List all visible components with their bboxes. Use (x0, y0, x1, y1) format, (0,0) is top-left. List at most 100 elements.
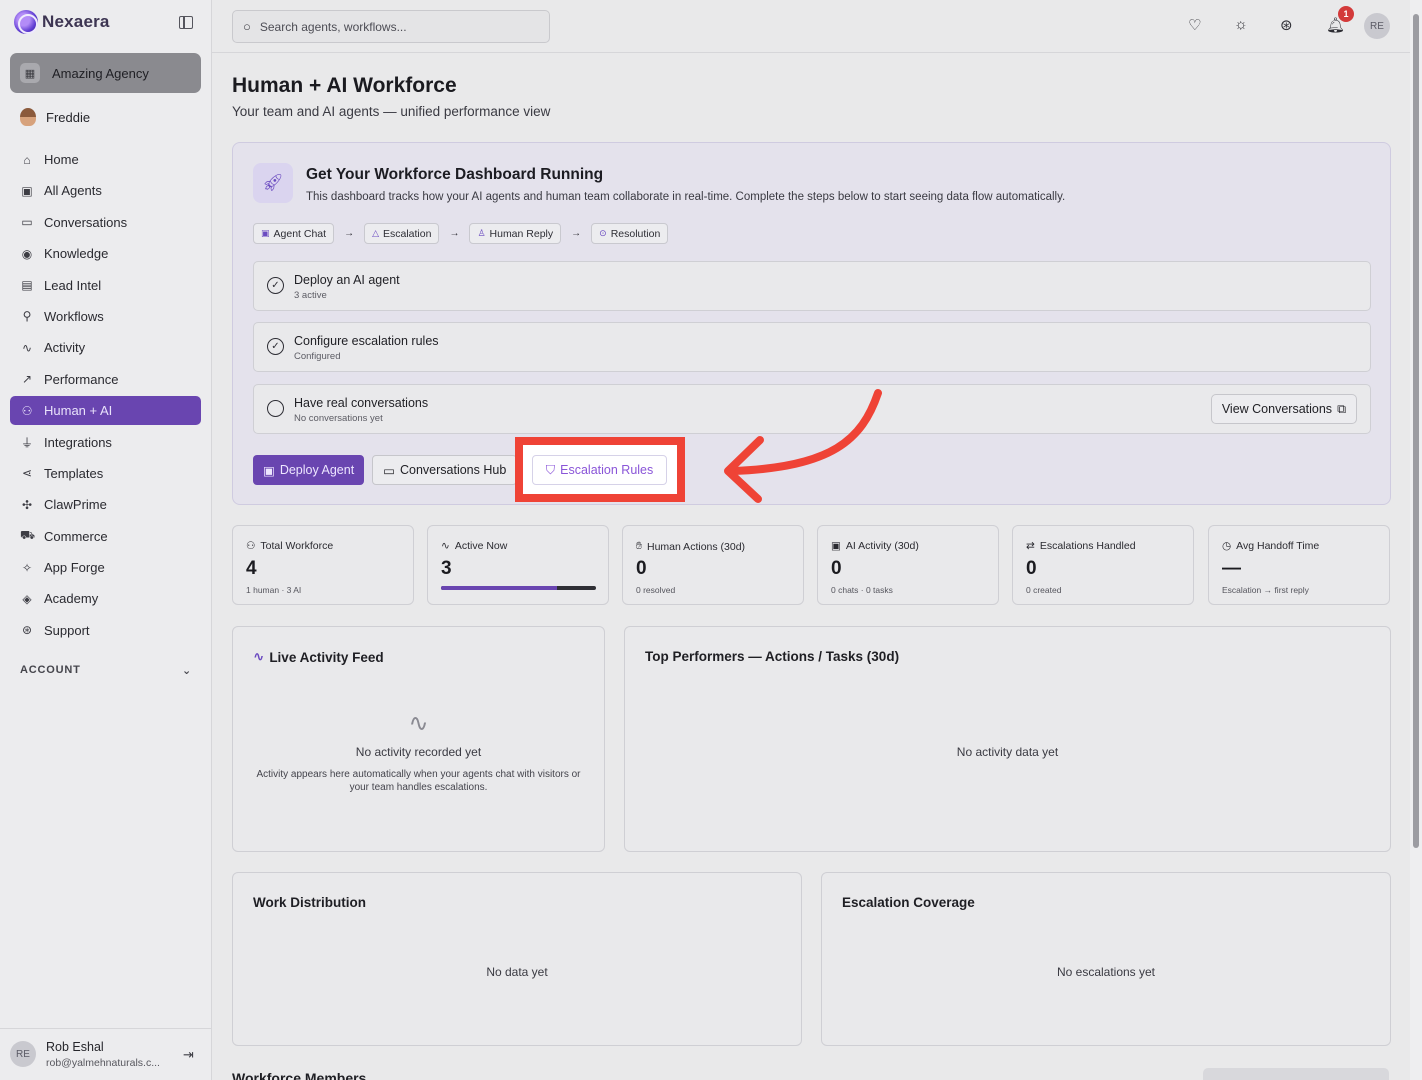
flow-chip-escalation: △ Escalation (364, 223, 440, 244)
external-link-icon: ⧉ (1337, 401, 1346, 416)
activity-icon: ∿ (21, 340, 33, 355)
sun-icon[interactable]: ☼ (1234, 16, 1248, 33)
sidebar-collapse-icon[interactable] (179, 16, 193, 29)
button-label: Deploy Agent (279, 463, 355, 477)
stat-label-text: Total Workforce (260, 540, 334, 552)
sidebar-item-lead-intel[interactable]: ▤ Lead Intel (10, 271, 201, 300)
step-label: Configure escalation rules (294, 334, 439, 348)
sidebar-footer: RE Rob Eshal rob@yalmehnaturals.c... ⇥ (0, 1028, 212, 1080)
step-status: Configured (294, 351, 341, 362)
sidebar-item-activity[interactable]: ∿ Activity (10, 333, 201, 362)
stat-sub: Escalation → first reply (1222, 585, 1309, 595)
help-icon[interactable]: ⊛ (1280, 16, 1293, 34)
active-progress-bar (441, 586, 596, 590)
sidebar-item-templates[interactable]: ⋖ Templates (10, 459, 201, 488)
avatar[interactable]: RE (1364, 13, 1390, 39)
escalation-coverage-panel: Escalation Coverage No escalations yet (821, 872, 1391, 1046)
sidebar-item-label: Academy (44, 591, 99, 607)
search-input[interactable] (259, 19, 520, 34)
setup-step-deploy-agent: ✓ Deploy an AI agent 3 active (253, 261, 1371, 311)
paw-icon: ✣ (21, 497, 33, 512)
escalation-rules-button[interactable]: ⛉ Escalation Rules (532, 455, 667, 485)
avatar[interactable]: RE (10, 1041, 36, 1067)
message-icon: ▭ (21, 215, 33, 230)
user-avatar (20, 108, 36, 126)
sidebar-item-knowledge[interactable]: ◉ Knowledge (10, 239, 201, 268)
shield-icon: ⛉ (545, 462, 556, 477)
sidebar-item-support[interactable]: ⊛ Support (10, 616, 201, 645)
work-distribution-panel: Work Distribution No data yet (232, 872, 802, 1046)
stat-label: ◷ Avg Handoff Time (1222, 540, 1319, 552)
sidebar-item-integrations[interactable]: ⏚ Integrations (10, 428, 201, 457)
deploy-agent-button[interactable]: ▣ Deploy Agent (253, 455, 365, 485)
footer-user-name: Rob Eshal (46, 1040, 104, 1054)
stat-label-text: Escalations Handled (1039, 540, 1136, 552)
section-title-workforce-members: Workforce Members (232, 1070, 367, 1080)
scrollbar-thumb[interactable] (1413, 14, 1419, 848)
top-performers-panel: Top Performers — Actions / Tasks (30d) N… (624, 626, 1391, 852)
stat-label-text: Active Now (454, 540, 508, 552)
sidebar-item-clawprime[interactable]: ✣ ClawPrime (10, 490, 201, 519)
conversations-hub-button[interactable]: ▭ Conversations Hub (372, 455, 518, 485)
sidebar-nav: ⌂ Home ▣ All Agents ▭ Conversations ◉ Knowledge… (10, 145, 201, 647)
sidebar-item-label: Lead Intel (44, 277, 102, 293)
empty-state: No escalations yet (1056, 965, 1156, 979)
trending-icon: ↗ (21, 372, 33, 387)
brand-name: Nexaera (42, 12, 110, 31)
sidebar-item-human-ai[interactable]: ⚇ Human + AI (10, 396, 201, 426)
activity-icon: ∿ (253, 649, 265, 664)
sidebar-item-workflows[interactable]: ⚲ Workflows (10, 302, 201, 331)
chevron-down-icon: ⌄ (181, 665, 192, 677)
stat-label-text: AI Activity (30d) (845, 540, 919, 552)
stat-value: — (1222, 558, 1241, 579)
sidebar: Nexaera ▦ Amazing Agency Freddie ⌂ Home ▣ A… (0, 0, 212, 1080)
bot-icon: ▣ (21, 183, 33, 198)
sidebar-item-label: Activity (44, 340, 86, 356)
stat-value: 0 (636, 558, 647, 579)
user-switcher[interactable]: Freddie (20, 108, 90, 126)
check-circle-icon: ⊙ (599, 228, 607, 238)
sidebar-item-home[interactable]: ⌂ Home (10, 145, 201, 174)
bot-icon: ▣ (831, 540, 841, 552)
stat-human-actions: ✋︎ Human Actions (30d) 0 0 resolved (622, 525, 804, 605)
user-name: Freddie (46, 109, 91, 125)
flow-chip-label: Human Reply (489, 227, 554, 240)
search-icon: ○ (243, 19, 251, 34)
members-filter-tabs[interactable] (1203, 1068, 1389, 1080)
home-icon: ⌂ (23, 152, 31, 167)
stat-label: ✋︎ Human Actions (30d) (636, 540, 745, 553)
footer-user-email: rob@yalmehnaturals.c... (46, 1057, 160, 1069)
sidebar-item-all-agents[interactable]: ▣ All Agents (10, 176, 201, 205)
sidebar-item-label: Integrations (44, 434, 112, 450)
stat-label-text: Avg Handoff Time (1236, 540, 1320, 552)
logo-icon (14, 10, 38, 34)
sidebar-item-label: Conversations (44, 214, 128, 230)
plug-icon: ⏚ (20, 435, 33, 450)
sidebar-item-app-forge[interactable]: ✧ App Forge (10, 553, 201, 582)
setup-actions: ▣ Deploy Agent ▭ Conversations Hub (253, 455, 518, 485)
scrollbar[interactable] (1410, 0, 1422, 1080)
search-box[interactable]: ○ (232, 10, 550, 43)
setup-title: Get Your Workforce Dashboard Running (306, 166, 604, 183)
button-label: Conversations Hub (399, 463, 507, 477)
sparkles-icon: ✧ (21, 560, 33, 575)
sidebar-item-academy[interactable]: ◈ Academy (10, 584, 201, 613)
logout-icon[interactable]: ⇥ (183, 1047, 194, 1063)
view-conversations-button[interactable]: View Conversations ⧉ (1210, 394, 1357, 424)
heart-icon[interactable]: ♡ (1188, 16, 1201, 34)
empty-state: No data yet (486, 965, 548, 979)
notification-badge: 1 (1338, 6, 1354, 22)
sidebar-item-commerce[interactable]: ⛟ Commerce (10, 522, 201, 551)
step-status: 3 active (294, 290, 327, 301)
stat-value: 0 (1026, 558, 1037, 579)
sidebar-item-conversations[interactable]: ▭ Conversations (10, 208, 201, 237)
sidebar-item-label: Performance (44, 371, 119, 387)
stat-sub: 1 human · 3 AI (246, 585, 302, 595)
share-icon: ⋖ (21, 466, 33, 481)
stat-sub: 0 resolved (636, 585, 676, 595)
button-label: Escalation Rules (560, 463, 654, 477)
account-section-toggle[interactable]: ACCOUNT ⌄ (20, 664, 192, 677)
sidebar-item-performance[interactable]: ↗ Performance (10, 365, 201, 394)
agency-switcher[interactable]: ▦ Amazing Agency (10, 53, 201, 93)
brand[interactable]: Nexaera (14, 9, 110, 35)
